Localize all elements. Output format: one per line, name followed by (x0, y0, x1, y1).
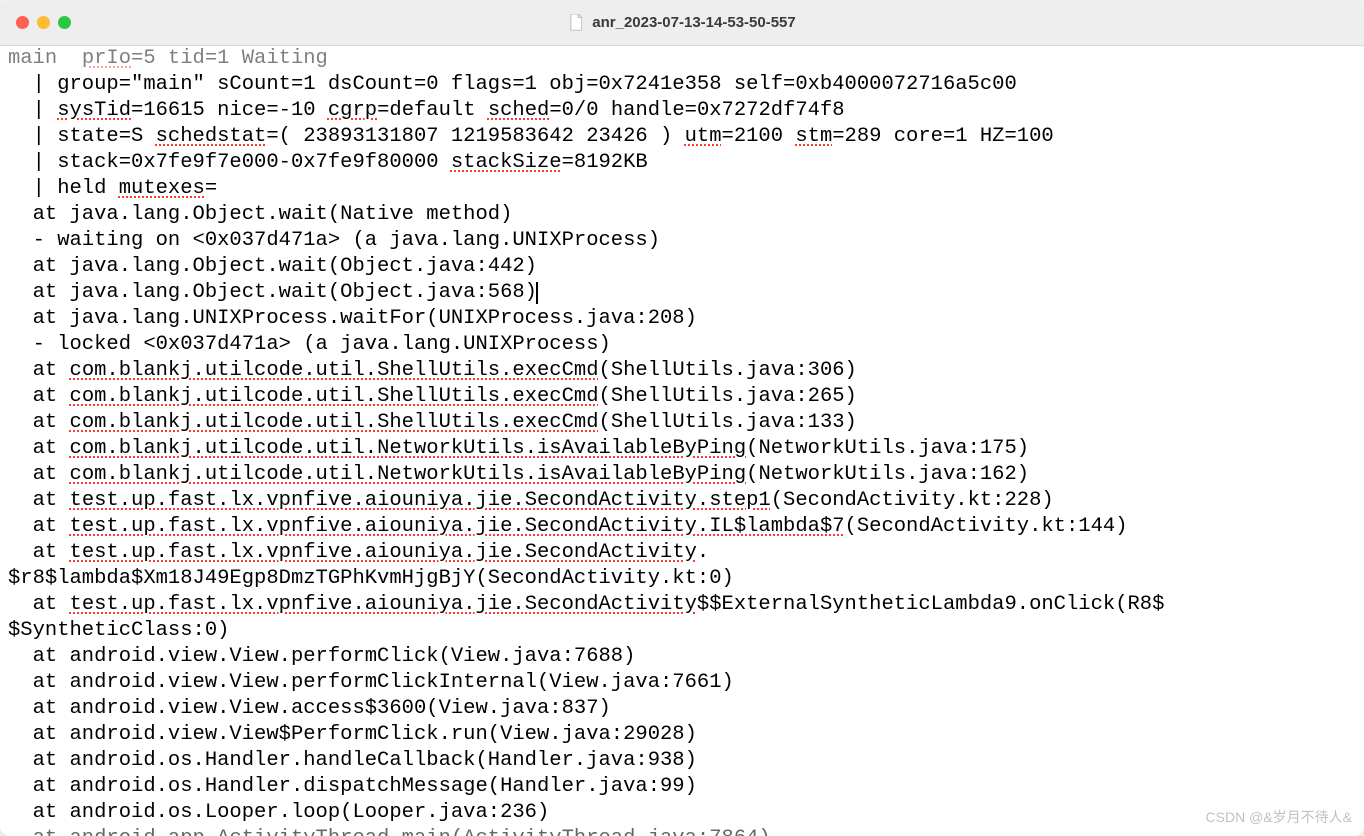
maximize-icon[interactable] (58, 16, 71, 29)
title-area: anr_2023-07-13-14-53-50-557 (568, 14, 795, 32)
titlebar[interactable]: anr_2023-07-13-14-53-50-557 (0, 0, 1364, 46)
text-editor-window: anr_2023-07-13-14-53-50-557 main prIo=5 … (0, 0, 1364, 836)
window-title: anr_2023-07-13-14-53-50-557 (592, 14, 795, 31)
text-cursor (536, 282, 538, 304)
minimize-icon[interactable] (37, 16, 50, 29)
document-icon (568, 14, 584, 32)
watermark: CSDN @&岁月不待人& (1206, 804, 1352, 830)
window-controls (16, 16, 71, 29)
text-content[interactable]: main prIo=5 tid=1 Waiting | group="main"… (0, 46, 1364, 836)
close-icon[interactable] (16, 16, 29, 29)
